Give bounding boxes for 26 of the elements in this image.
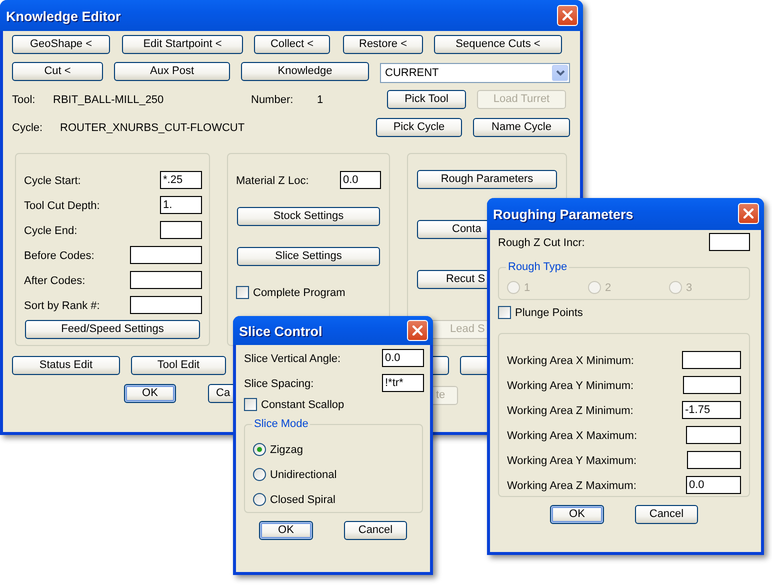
field-label: Working Area X Minimum: — [507, 354, 634, 368]
field-label: Tool: — [12, 93, 36, 107]
field-label: Working Area Z Maximum: — [507, 479, 636, 493]
field-label: Rough Z Cut Incr: — [498, 236, 585, 250]
field-label: Cycle End: — [24, 224, 78, 238]
field-label: Slice Vertical Angle: — [244, 352, 341, 366]
window-title: Slice Control — [239, 322, 322, 340]
field-label: Number: — [251, 93, 294, 107]
field-label: Working Area Y Minimum: — [507, 379, 634, 393]
field-label: Cycle Start: — [24, 174, 81, 188]
field-label: ROUTER_XNURBS_CUT-FLOWCUT — [60, 121, 245, 135]
field-label: After Codes: — [24, 274, 86, 288]
field-label: Working Area X Maximum: — [507, 429, 638, 443]
field-label: Sort by Rank #: — [24, 299, 100, 313]
field-label: Material Z Loc: — [236, 174, 309, 188]
field-label: Cycle: — [12, 121, 43, 135]
field-label: Before Codes: — [24, 249, 94, 263]
field-label: Working Area Y Maximum: — [507, 454, 637, 468]
field-label: Working Area Z Minimum: — [507, 404, 634, 418]
field-label: Tool Cut Depth: — [24, 199, 100, 213]
group-caption: Rough Type — [506, 259, 570, 275]
window-title: Knowledge Editor — [6, 8, 121, 26]
window-title: Roughing Parameters — [493, 206, 634, 224]
field-label: Slice Spacing: — [244, 377, 314, 391]
field-label: RBIT_BALL-MILL_250 — [53, 93, 164, 107]
field-label: 1 — [317, 93, 324, 107]
